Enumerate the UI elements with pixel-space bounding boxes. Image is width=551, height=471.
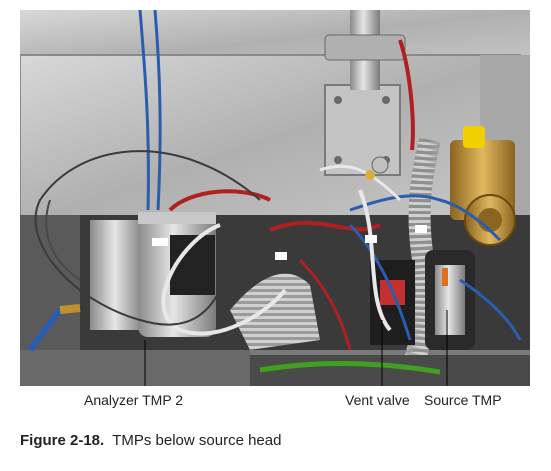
callout-source-tmp: Source TMP [424,392,502,408]
analyzer-tmp2-left-body [90,220,145,330]
figure-caption-text: TMPs below source head [112,432,282,449]
figure-photo [20,10,530,386]
figure-caption: Figure 2-18. TMPs below source head [20,432,281,449]
tmp-photo-illustration [20,10,530,386]
yellow-cap [463,126,485,148]
callout-analyzer-tmp2: Analyzer TMP 2 [84,392,184,408]
figure-number: Figure 2-18. [20,432,105,449]
shaft-clamp [324,34,406,61]
callout-vent-valve: Vent valve [345,392,410,408]
